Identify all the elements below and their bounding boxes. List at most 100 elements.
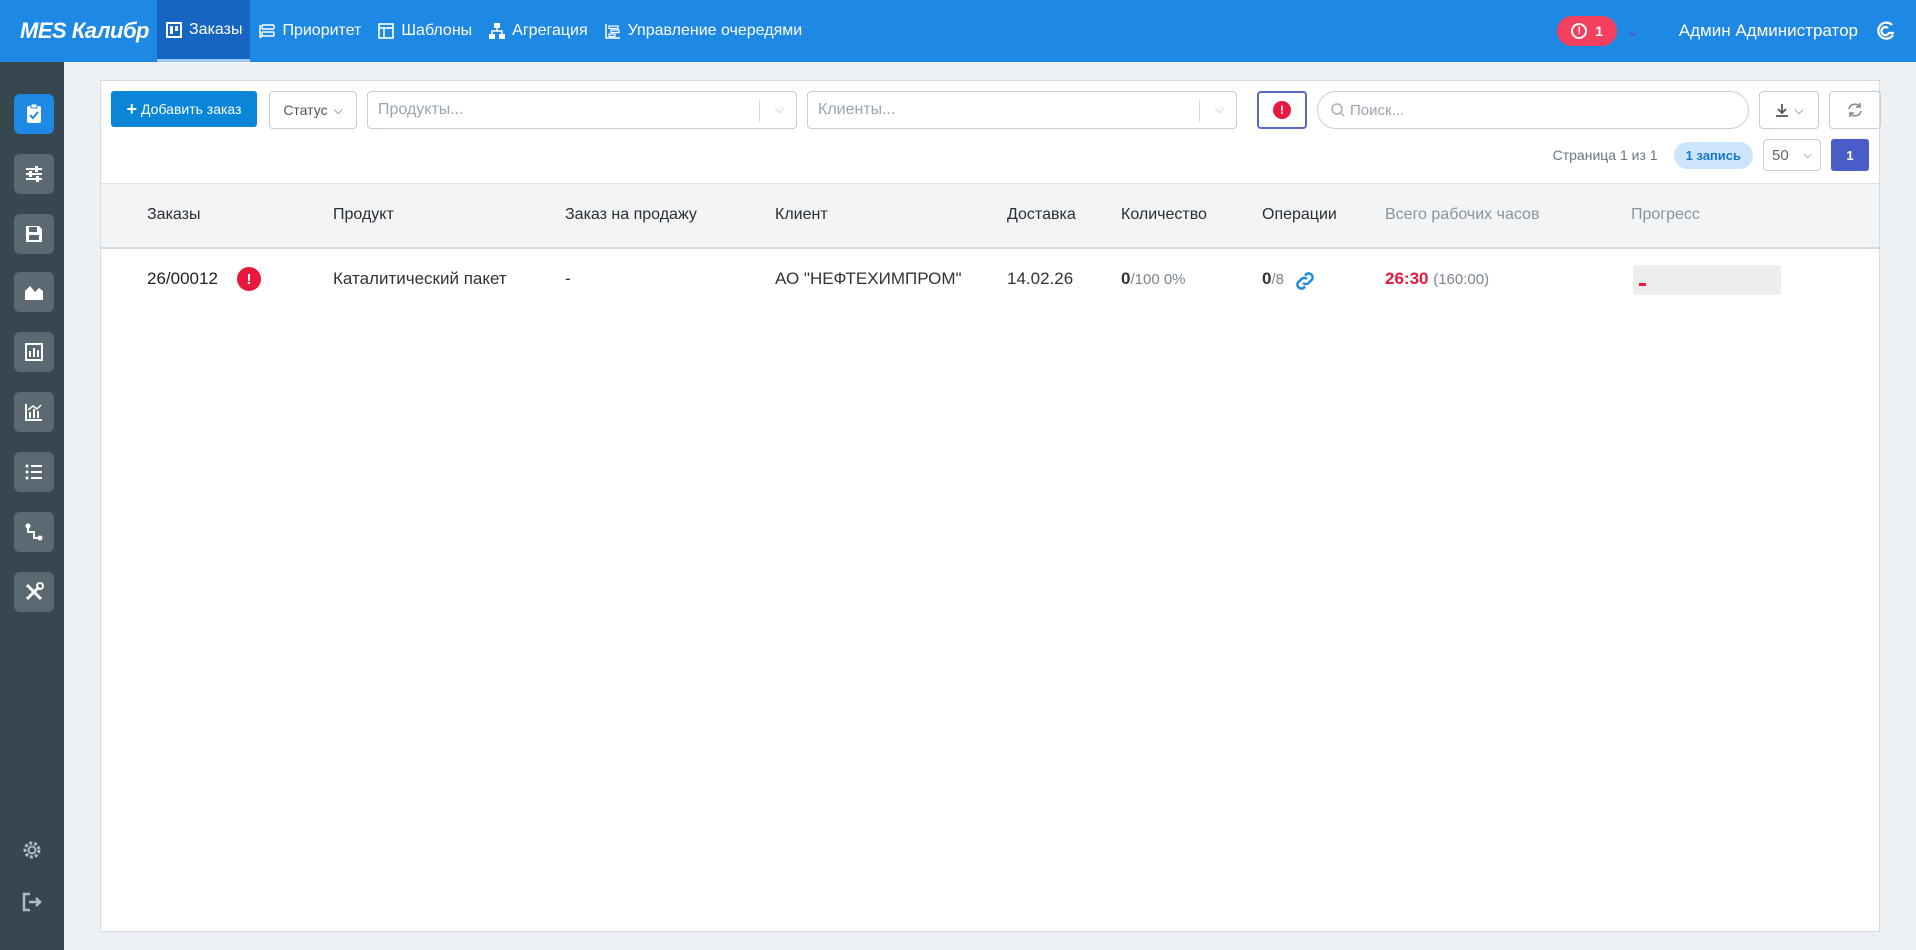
page-button-1[interactable]: 1: [1831, 139, 1869, 171]
col-product[interactable]: Продукт: [333, 206, 394, 224]
sales-order: -: [565, 269, 571, 288]
quantity-total: /100 0%: [1130, 271, 1186, 288]
col-orders[interactable]: Заказы: [147, 206, 200, 224]
table-row[interactable]: 26/00012 ! Каталитический пакет - АО "НЕ…: [101, 249, 1879, 313]
search-placeholder: Поиск...: [1350, 101, 1405, 119]
sidebar-item-orders[interactable]: [14, 94, 54, 134]
col-operations[interactable]: Операции: [1262, 206, 1337, 224]
add-order-button[interactable]: + Добавить заказ: [111, 91, 257, 127]
orders-icon: [27, 103, 41, 123]
col-client[interactable]: Клиент: [775, 206, 828, 224]
gear-icon: [23, 841, 41, 859]
status-filter-button[interactable]: Статус ⌵: [269, 91, 357, 129]
alert-filter-toggle[interactable]: !: [1257, 91, 1307, 129]
sliders-icon: [26, 166, 42, 182]
alerts-count: 1: [1595, 23, 1604, 39]
sidebar-item-tools[interactable]: [14, 572, 54, 612]
list-icon: [25, 464, 42, 480]
chevron-down-icon: ⌵: [1794, 102, 1804, 117]
nav-orders-label: Заказы: [189, 20, 243, 38]
nav-templates[interactable]: Шаблоны: [369, 0, 480, 62]
col-total-hours: Всего рабочих часов: [1385, 206, 1540, 223]
status-label: Статус: [283, 102, 328, 118]
per-page-select[interactable]: 50 ⌵: [1763, 139, 1821, 171]
sidebar-item-route[interactable]: [14, 512, 54, 552]
logout-icon: [22, 892, 42, 912]
chevron-down-icon: ⌵: [333, 102, 343, 117]
hierarchy-icon: [489, 23, 506, 39]
refresh-icon: [1848, 103, 1862, 117]
board-icon: [166, 21, 182, 38]
chevron-down-icon: ⌵: [1803, 148, 1812, 161]
toolbar: + Добавить заказ Статус ⌵ Продукты... ⌵ …: [111, 91, 1881, 129]
refresh-button[interactable]: [1829, 91, 1881, 129]
progress-bar: [1633, 265, 1781, 295]
nav-queues-label: Управление очередями: [627, 22, 803, 39]
chevron-down-icon[interactable]: ⌄: [1627, 23, 1639, 40]
area-chart-icon: [25, 286, 43, 300]
quantity-cell: 0/100 0%: [1121, 269, 1186, 289]
order-number[interactable]: 26/00012: [147, 269, 218, 289]
table-header: Заказы Продукт Заказ на продажу Клиент Д…: [101, 183, 1879, 249]
select-separator: [759, 100, 760, 122]
bar-chart-icon: [25, 343, 43, 361]
user-menu-icon[interactable]: [1874, 19, 1898, 43]
save-icon: [26, 226, 42, 242]
products-placeholder: Продукты...: [378, 101, 464, 118]
operations-total: /8: [1271, 271, 1284, 288]
client-name: АО "НЕФТЕХИМПРОМ": [775, 269, 962, 288]
order-alert-badge[interactable]: !: [237, 267, 261, 291]
nav-orders[interactable]: Заказы: [157, 0, 251, 62]
progress-fill: [1639, 283, 1646, 286]
orders-panel: + Добавить заказ Статус ⌵ Продукты... ⌵ …: [100, 80, 1881, 932]
download-icon: [1776, 104, 1789, 117]
alerts-button[interactable]: ! 1: [1557, 16, 1618, 46]
product-name: Каталитический пакет: [333, 269, 507, 288]
user-name[interactable]: Админ Администратор: [1679, 21, 1858, 41]
sidebar-item-area-chart[interactable]: [14, 272, 54, 312]
sidebar-settings[interactable]: [18, 836, 46, 864]
nav-templates-label: Шаблоны: [401, 22, 473, 39]
operations-cell: 0/8: [1262, 269, 1284, 289]
col-delivery[interactable]: Доставка: [1007, 206, 1076, 224]
col-quantity[interactable]: Количество: [1121, 206, 1207, 224]
main-nav: Заказы Приоритет Шаблоны Агрегация Управ…: [157, 0, 810, 62]
sidebar-item-line-chart[interactable]: [14, 392, 54, 432]
clients-placeholder: Клиенты...: [818, 101, 896, 118]
chevron-down-icon[interactable]: ⌵: [775, 102, 784, 117]
export-button[interactable]: ⌵: [1759, 91, 1819, 129]
sidebar-item-settings-sliders[interactable]: [14, 154, 54, 194]
search-icon: [1331, 103, 1345, 117]
top-navbar: MES Калибр Заказы Приоритет Шаблоны Агре…: [0, 0, 1916, 62]
col-sales-order[interactable]: Заказ на продажу: [565, 206, 697, 224]
hours-cell: 26:30 (160:00): [1385, 269, 1489, 289]
app-brand[interactable]: MES Калибр: [0, 18, 157, 44]
sidebar-item-list[interactable]: [14, 452, 54, 492]
nav-queues[interactable]: Управление очередями: [596, 0, 811, 62]
queue-icon: [604, 24, 620, 39]
per-page-value: 50: [1772, 146, 1789, 164]
nav-priority[interactable]: Приоритет: [250, 0, 369, 62]
sidebar-logout[interactable]: [18, 888, 46, 916]
pagination: Страница 1 из 1 1 запись 50 ⌵ 1: [1553, 139, 1869, 171]
link-icon[interactable]: [1293, 269, 1317, 293]
topbar-right: ! 1 ⌄ Админ Администратор: [1557, 0, 1916, 62]
sidebar-item-bar-chart[interactable]: [14, 332, 54, 372]
products-select[interactable]: Продукты... ⌵: [367, 91, 797, 129]
nav-aggregation-label: Агрегация: [512, 22, 588, 39]
search-input[interactable]: Поиск...: [1317, 91, 1749, 129]
clients-select[interactable]: Клиенты... ⌵: [807, 91, 1237, 129]
template-icon: [378, 23, 395, 39]
delivery-date: 14.02.26: [1007, 269, 1074, 288]
add-order-label: Добавить заказ: [141, 101, 242, 117]
alert-icon: !: [1571, 23, 1588, 39]
alert-icon: !: [237, 267, 261, 291]
sidebar: [0, 62, 64, 950]
records-badge: 1 запись: [1673, 141, 1753, 169]
chevron-down-icon[interactable]: ⌵: [1215, 102, 1224, 117]
priority-icon: [259, 24, 276, 38]
sidebar-item-save[interactable]: [14, 214, 54, 254]
nav-aggregation[interactable]: Агрегация: [480, 0, 595, 62]
hours-planned: (160:00): [1433, 271, 1490, 288]
col-progress: Прогресс: [1631, 206, 1700, 223]
